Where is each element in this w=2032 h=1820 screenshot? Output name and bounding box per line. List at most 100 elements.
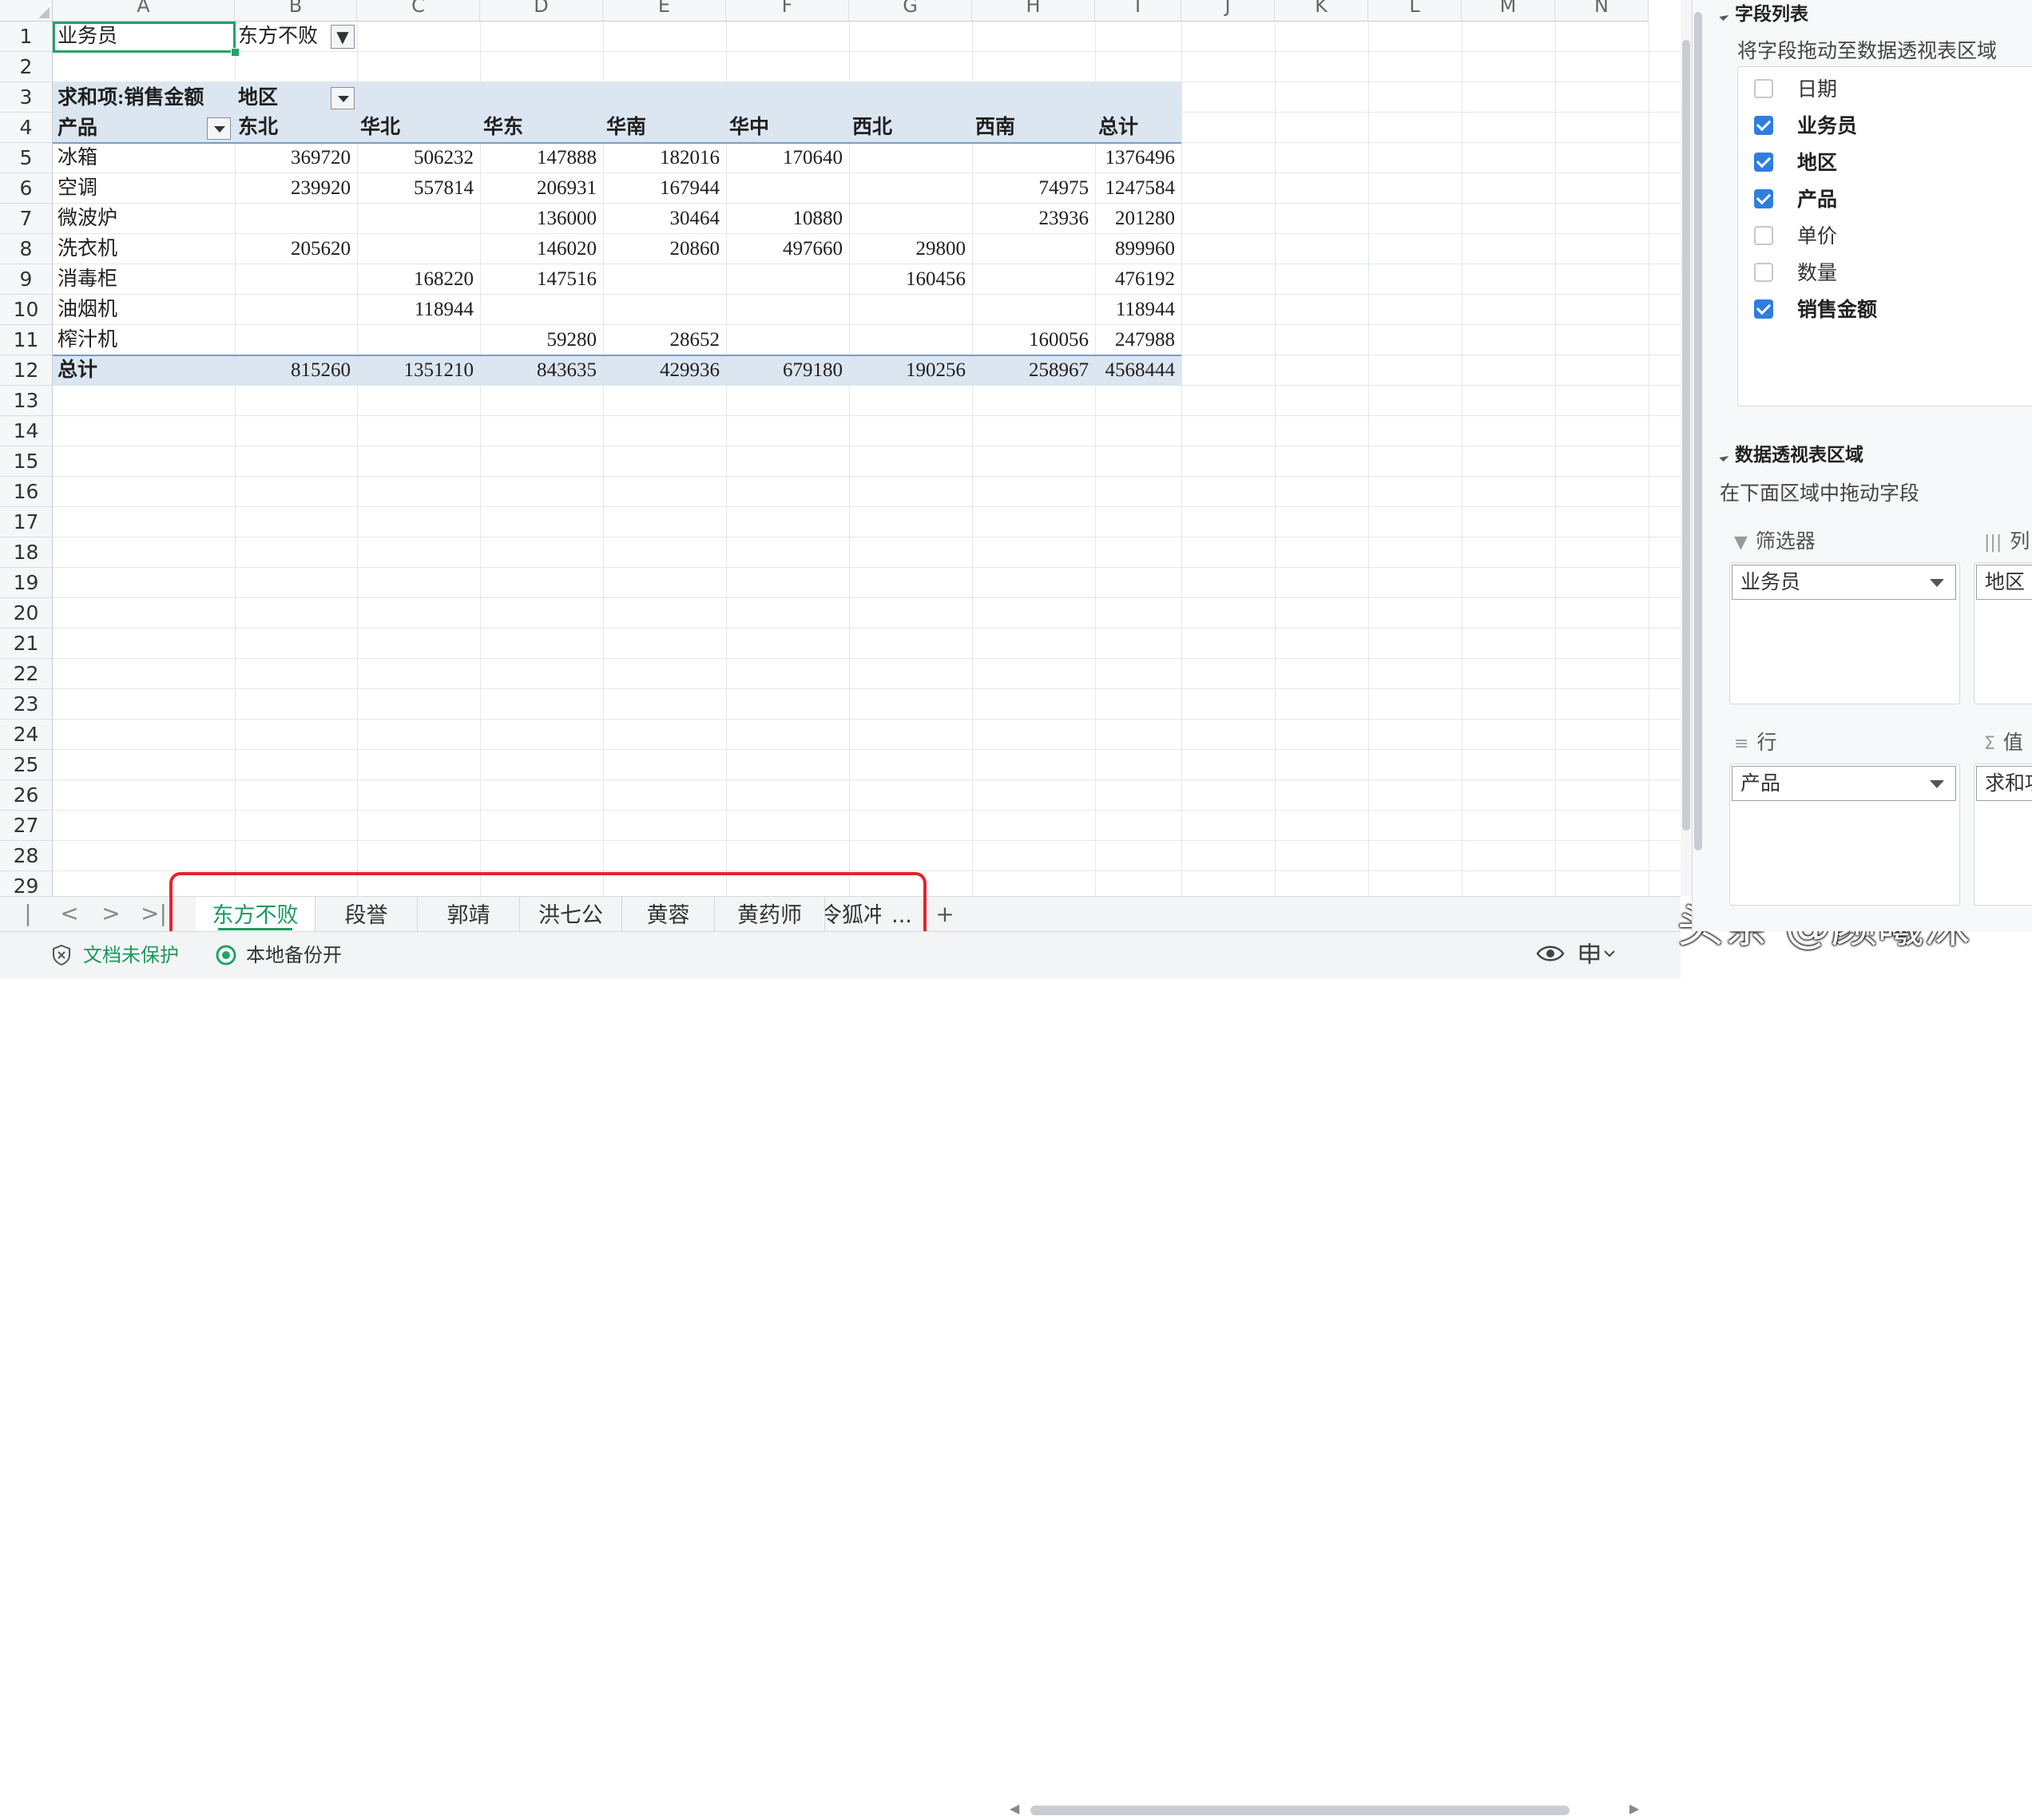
row-header[interactable]: 12 xyxy=(0,355,53,386)
value-cell[interactable]: 557814 xyxy=(357,173,480,204)
column-header[interactable]: B xyxy=(235,0,357,22)
checkbox-unchecked-icon[interactable] xyxy=(1754,79,1773,98)
value-cell[interactable] xyxy=(480,295,603,325)
checkbox-unchecked-icon[interactable] xyxy=(1754,226,1773,245)
value-cell[interactable]: 167944 xyxy=(603,173,726,204)
vertical-scrollbar[interactable] xyxy=(1681,0,1692,896)
prev-sheet-icon[interactable]: < xyxy=(58,902,81,926)
value-area-box[interactable]: 求和项 xyxy=(1974,763,2032,906)
region-header[interactable]: 华南 xyxy=(606,113,646,143)
row-header[interactable]: 2 xyxy=(0,52,53,82)
row-header[interactable]: 28 xyxy=(0,841,53,871)
product-name[interactable]: 微波炉 xyxy=(58,204,117,234)
product-name[interactable]: 消毒柜 xyxy=(58,264,117,295)
panel-scrollbar[interactable] xyxy=(1694,12,1702,851)
pivot-areas-title[interactable]: 数据透视表区域 xyxy=(1719,439,1863,466)
checkbox-checked-icon[interactable] xyxy=(1754,116,1773,135)
row-header[interactable]: 20 xyxy=(0,598,53,628)
row-header[interactable]: 29 xyxy=(0,871,53,896)
scroll-left-icon[interactable]: ◀ xyxy=(1010,1801,1019,1816)
value-cell[interactable]: 205620 xyxy=(235,234,357,264)
value-cell[interactable]: 506232 xyxy=(357,143,480,173)
value-cell[interactable]: 29800 xyxy=(849,234,972,264)
region-header[interactable]: 西南 xyxy=(975,113,1015,143)
column-header[interactable]: G xyxy=(849,0,972,22)
column-header[interactable]: D xyxy=(480,0,603,22)
column-header[interactable]: L xyxy=(1368,0,1462,22)
field-item[interactable]: 日期 xyxy=(1754,73,2032,105)
value-cell[interactable]: 182016 xyxy=(603,143,726,173)
value-cell[interactable]: 1247584 xyxy=(1095,173,1181,204)
field-item[interactable]: 业务员 xyxy=(1754,110,2032,142)
row-header[interactable]: 11 xyxy=(0,325,53,355)
field-item[interactable]: 产品 xyxy=(1754,184,2032,216)
filter-icon[interactable]: ▼ xyxy=(331,25,355,49)
value-cell[interactable]: 118944 xyxy=(357,295,480,325)
value-cell[interactable]: 136000 xyxy=(480,204,603,234)
pivot-value-header[interactable]: 求和项:销售金额 xyxy=(58,83,204,113)
value-cell[interactable]: 10880 xyxy=(726,204,849,234)
row-header[interactable]: 5 xyxy=(0,143,53,173)
total-cell[interactable]: 679180 xyxy=(726,355,849,386)
row-header[interactable]: 3 xyxy=(0,82,53,113)
total-cell[interactable]: 1351210 xyxy=(357,355,480,386)
value-cell[interactable]: 146020 xyxy=(480,234,603,264)
row-header[interactable]: 6 xyxy=(0,173,53,204)
filter-area-chip[interactable]: 业务员 xyxy=(1732,565,1956,600)
value-cell[interactable] xyxy=(603,295,726,325)
row-field-dropdown-icon[interactable] xyxy=(207,117,231,140)
value-cell[interactable] xyxy=(357,325,480,355)
row-header[interactable]: 17 xyxy=(0,507,53,537)
value-cell[interactable] xyxy=(357,234,480,264)
value-cell[interactable] xyxy=(849,204,972,234)
column-header[interactable]: N xyxy=(1555,0,1649,22)
value-cell[interactable] xyxy=(972,264,1095,295)
region-header[interactable]: 总计 xyxy=(1098,113,1138,143)
value-cell[interactable]: 168220 xyxy=(357,264,480,295)
value-cell[interactable]: 239920 xyxy=(235,173,357,204)
row-header[interactable]: 25 xyxy=(0,750,53,780)
value-cell[interactable]: 118944 xyxy=(1095,295,1181,325)
value-cell[interactable] xyxy=(235,295,357,325)
column-area-box[interactable]: 地区 xyxy=(1974,562,2032,704)
value-cell[interactable]: 247988 xyxy=(1095,325,1181,355)
value-cell[interactable]: 59280 xyxy=(480,325,603,355)
value-cell[interactable] xyxy=(849,173,972,204)
filter-field-value[interactable]: 东方不败 xyxy=(238,22,318,52)
value-cell[interactable] xyxy=(235,325,357,355)
column-header[interactable]: K xyxy=(1275,0,1368,22)
field-list-title[interactable]: 字段列表 xyxy=(1719,0,1808,26)
value-cell[interactable] xyxy=(972,234,1095,264)
horizontal-scroll-thumb[interactable] xyxy=(1030,1806,1570,1815)
row-header[interactable]: 15 xyxy=(0,446,53,477)
add-sheet-button[interactable]: + xyxy=(933,902,957,926)
total-cell[interactable]: 429936 xyxy=(603,355,726,386)
value-cell[interactable]: 147516 xyxy=(480,264,603,295)
filter-area-box[interactable]: 业务员 xyxy=(1729,562,1960,704)
row-header[interactable]: 23 xyxy=(0,689,53,720)
value-cell[interactable]: 899960 xyxy=(1095,234,1181,264)
column-header[interactable]: F xyxy=(726,0,849,22)
pivot-row-field[interactable]: 产品 xyxy=(58,113,97,144)
region-header[interactable]: 华中 xyxy=(729,113,769,143)
row-header[interactable]: 14 xyxy=(0,416,53,446)
column-header[interactable]: J xyxy=(1181,0,1275,22)
last-sheet-icon[interactable]: >| xyxy=(141,902,167,926)
chevron-down-icon[interactable] xyxy=(1930,579,1944,587)
value-cell[interactable]: 74975 xyxy=(972,173,1095,204)
row-header[interactable]: 10 xyxy=(0,295,53,325)
value-cell[interactable]: 160456 xyxy=(849,264,972,295)
checkbox-checked-icon[interactable] xyxy=(1754,189,1773,208)
field-item[interactable]: 地区 xyxy=(1754,147,2032,179)
product-name[interactable]: 冰箱 xyxy=(58,143,97,173)
value-cell[interactable]: 23936 xyxy=(972,204,1095,234)
checkbox-checked-icon[interactable] xyxy=(1754,299,1773,319)
row-header[interactable]: 21 xyxy=(0,628,53,659)
value-cell[interactable] xyxy=(603,264,726,295)
vertical-scroll-thumb[interactable] xyxy=(1682,40,1690,831)
field-item[interactable]: 单价 xyxy=(1754,220,2032,252)
field-item[interactable]: 销售金额 xyxy=(1754,294,2032,326)
layout-icon[interactable] xyxy=(1578,942,1617,973)
protect-status[interactable]: 文档未保护 xyxy=(51,942,179,969)
product-name[interactable]: 油烟机 xyxy=(58,295,117,325)
